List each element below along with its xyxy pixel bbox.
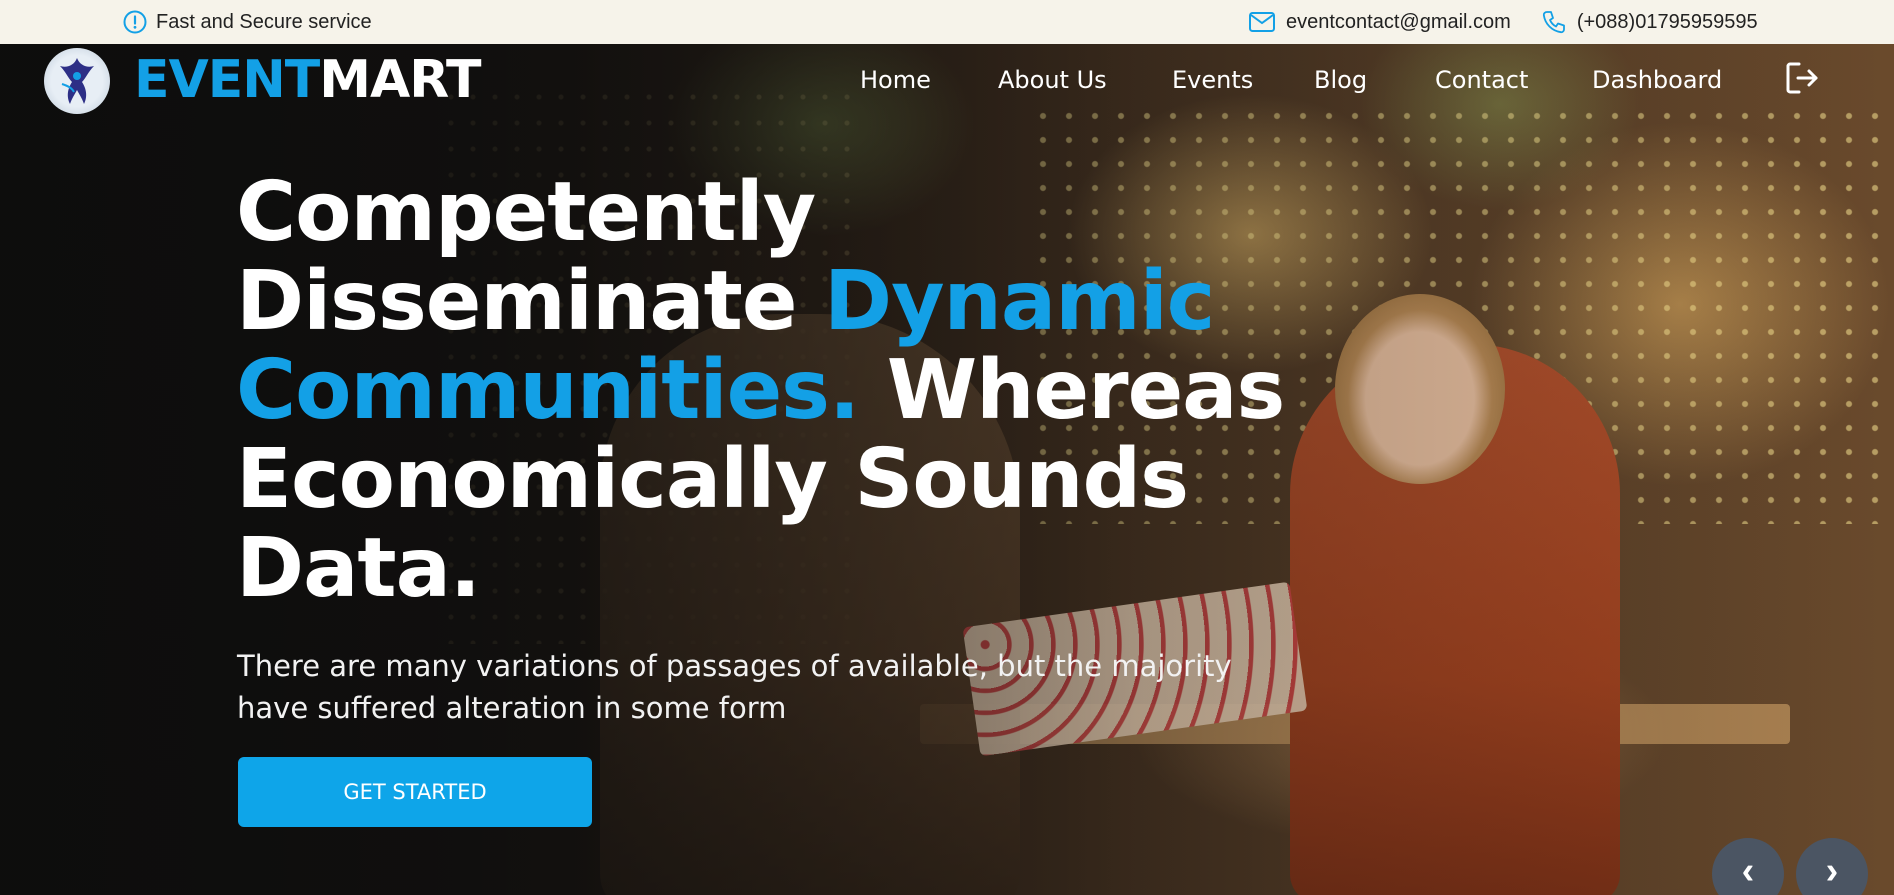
service-notice-text: Fast and Secure service [156,10,372,33]
top-info-bar: Fast and Secure service eventcontact@gma… [0,0,1894,44]
brand-wordmark[interactable]: EVENTMART [134,50,481,110]
phone-contact[interactable]: (+088)01795959595 [1541,9,1758,35]
nav-link-contact[interactable]: Contact [1435,64,1528,96]
phone-icon [1541,9,1567,35]
nav-link-dashboard[interactable]: Dashboard [1592,64,1722,96]
nav-link-about-us[interactable]: About Us [998,64,1107,96]
email-contact[interactable]: eventcontact@gmail.com [1248,11,1511,34]
brand-part-1: EVENT [134,50,320,110]
logo-emblem-icon[interactable] [44,48,110,114]
nav-link-events[interactable]: Events [1172,64,1253,96]
info-circle-icon [122,9,148,35]
nav-link-home[interactable]: Home [860,64,931,96]
hero-subtext: There are many variations of passages of… [237,649,1232,725]
phone-text[interactable]: (+088)01795959595 [1577,11,1758,34]
headline-part-1: Competently Disseminate [236,165,825,349]
brand-part-2: MART [319,50,481,110]
main-navbar: EVENTMART Home About Us Events Blog Cont… [0,44,1894,114]
mail-icon [1248,11,1276,33]
nav-link-blog[interactable]: Blog [1314,64,1367,96]
service-notice: Fast and Secure service [122,0,372,44]
get-started-button[interactable]: GET STARTED [238,757,592,827]
logout-icon [1784,62,1820,100]
hero-headline: Competently Disseminate Dynamic Communit… [236,168,1336,613]
logout-button[interactable] [1784,60,1820,101]
email-text[interactable]: eventcontact@gmail.com [1286,11,1511,34]
